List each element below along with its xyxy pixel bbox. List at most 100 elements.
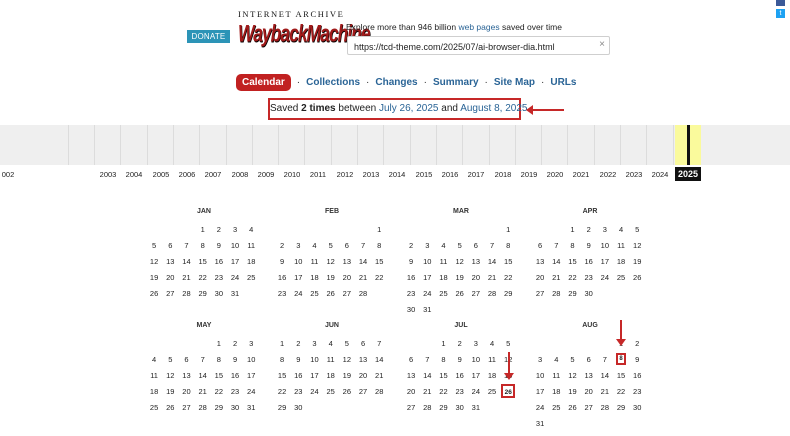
calendar-day: 23	[294, 386, 303, 396]
timeline-column[interactable]	[410, 125, 411, 165]
month-jul: JUL1234567891011121314151617181920212223…	[403, 322, 519, 415]
clear-icon[interactable]: ×	[599, 39, 605, 50]
timeline-column[interactable]	[594, 125, 595, 165]
timeline-column[interactable]	[94, 125, 95, 165]
first-capture-link[interactable]: July 26, 2025	[379, 103, 439, 114]
calendar-day: 8	[200, 240, 205, 250]
timeline-year-2016[interactable]: 2016	[437, 170, 463, 179]
timeline-column[interactable]	[304, 125, 305, 165]
facebook-icon[interactable]	[776, 0, 785, 6]
calendar-day: 30	[584, 288, 593, 298]
donate-button[interactable]: DONATE	[187, 30, 230, 43]
snapshot-day-label[interactable]: 26	[501, 384, 516, 398]
timeline-column[interactable]	[199, 125, 200, 165]
timeline-column[interactable]	[567, 125, 568, 165]
timeline-column[interactable]	[226, 125, 227, 165]
timeline-year-2011[interactable]: 2011	[305, 170, 331, 179]
calendar-day: 26	[455, 288, 464, 298]
calendar-day: 25	[616, 272, 626, 282]
timeline-year-2017[interactable]: 2017	[463, 170, 489, 179]
timeline-column[interactable]	[489, 125, 490, 165]
timeline-column[interactable]	[646, 125, 647, 165]
calendar-day	[581, 415, 597, 431]
calendar-day: 1	[280, 338, 285, 348]
timeline-column[interactable]	[436, 125, 437, 165]
calendar-day: 22	[277, 386, 287, 396]
calendar-day	[484, 399, 500, 415]
calendar-day: 30	[406, 304, 416, 314]
timeline-year-2024[interactable]: 2024	[647, 170, 673, 179]
timeline-column[interactable]	[68, 125, 69, 165]
timeline-column[interactable]	[673, 125, 674, 165]
timeline-year-2008[interactable]: 2008	[227, 170, 253, 179]
timeline-year-2009[interactable]: 2009	[253, 170, 279, 179]
timeline-column[interactable]	[515, 125, 516, 165]
nav-separator: ·	[541, 77, 545, 88]
timeline-year-2018[interactable]: 2018	[490, 170, 516, 179]
timeline-year-2010[interactable]: 2010	[279, 170, 305, 179]
snapshot-day[interactable]: 26	[500, 383, 516, 399]
calendar-day	[452, 301, 468, 317]
calendar-day: 27	[584, 402, 593, 412]
timeline-year-2019[interactable]: 2019	[516, 170, 542, 179]
timeline-year-2021[interactable]: 2021	[568, 170, 594, 179]
timeline-year-2023[interactable]: 2023	[621, 170, 647, 179]
timeline-year-2006[interactable]: 2006	[174, 170, 200, 179]
timeline-capture-bar[interactable]	[687, 125, 690, 165]
web-pages-link[interactable]: web pages	[458, 22, 499, 32]
wayback-logo[interactable]: INTERNET ARCHIVE WaybackMachine	[238, 9, 371, 49]
calendar-day: 17	[310, 370, 319, 380]
calendar-day: 4	[152, 354, 157, 364]
timeline-column[interactable]	[278, 125, 279, 165]
last-capture-link[interactable]: August 8, 2025	[460, 103, 527, 114]
calendar-day: 20	[342, 272, 352, 282]
timeline-year-2014[interactable]: 2014	[384, 170, 410, 179]
timeline-year-2004[interactable]: 2004	[121, 170, 147, 179]
timeline-year-2007[interactable]: 2007	[200, 170, 226, 179]
calendar-day: 19	[326, 272, 335, 282]
tab-site-map[interactable]: Site Map	[494, 77, 535, 88]
nav-separator: ·	[484, 77, 488, 88]
calendar-day: 1	[441, 338, 446, 348]
calendar-day: 1	[506, 224, 511, 234]
timeline-year-2022[interactable]: 2022	[595, 170, 621, 179]
calendar-day: 18	[310, 272, 319, 282]
calendar-day: 11	[617, 240, 625, 250]
timeline-column[interactable]	[120, 125, 121, 165]
url-input[interactable]	[348, 38, 593, 56]
snapshot-day-label[interactable]: 8	[616, 353, 627, 365]
tab-calendar[interactable]: Calendar	[236, 74, 291, 91]
tab-changes[interactable]: Changes	[375, 77, 417, 88]
timeline-year-2013[interactable]: 2013	[358, 170, 384, 179]
tab-summary[interactable]: Summary	[433, 77, 479, 88]
calendar-day: 7	[360, 240, 366, 250]
timeline-year-2020[interactable]: 2020	[542, 170, 568, 179]
snapshot-day[interactable]: 8	[613, 351, 629, 367]
calendar-day: 2	[216, 224, 221, 234]
calendar-day: 31	[230, 288, 240, 298]
tab-urls[interactable]: URLs	[550, 77, 576, 88]
timeline-column[interactable]	[147, 125, 148, 165]
timeline-column[interactable]	[383, 125, 384, 165]
timeline-column[interactable]	[252, 125, 253, 165]
timeline-column[interactable]	[173, 125, 174, 165]
timeline-year-2015[interactable]: 2015	[411, 170, 437, 179]
timeline-column[interactable]	[357, 125, 358, 165]
timeline-column[interactable]	[331, 125, 332, 165]
calendar-day: 7	[200, 354, 205, 364]
calendar-day: 8	[570, 240, 575, 250]
timeline-year-2003[interactable]: 2003	[95, 170, 121, 179]
year-timeline[interactable]: 002 2003 2004 2005 2006 2007 2008 2009 2010 2011 2…	[0, 125, 790, 182]
twitter-icon[interactable]: t	[776, 9, 785, 18]
timeline-column[interactable]	[462, 125, 463, 165]
tab-collections[interactable]: Collections	[306, 77, 360, 88]
social-links: t	[776, 0, 786, 18]
timeline-year-2025[interactable]: 2025	[675, 167, 701, 181]
timeline-year-002[interactable]: 002	[0, 170, 21, 179]
calendar-day: 5	[457, 240, 462, 250]
timeline-year-2012[interactable]: 2012	[332, 170, 358, 179]
timeline-column[interactable]	[620, 125, 621, 165]
calendar-day: 6	[538, 240, 543, 250]
timeline-column[interactable]	[541, 125, 542, 165]
timeline-year-2005[interactable]: 2005	[148, 170, 174, 179]
